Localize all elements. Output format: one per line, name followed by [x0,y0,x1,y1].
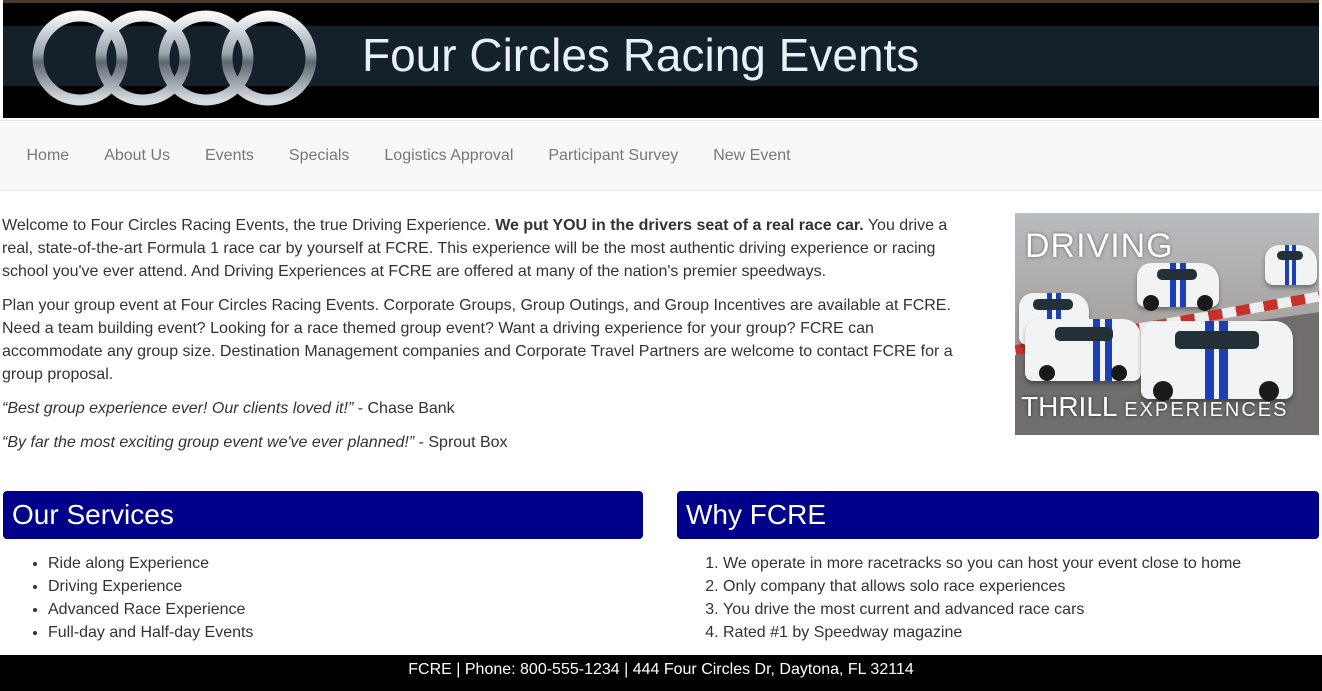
nav-item-new-event[interactable]: New Event [696,121,808,190]
testimonial-1: “Best group experience ever! Our clients… [2,397,977,420]
services-list: Ride along Experience Driving Experience… [8,552,253,644]
site-title: Four Circles Racing Events [362,29,920,81]
nav-list: Home About Us Events Specials Logistics … [0,121,1322,190]
services-list-item: Full-day and Half-day Events [48,621,253,644]
why-fcre-list: We operate in more racetracks so you can… [683,552,1241,644]
driving-thrill-promo-image: DRIVING THRILL EXPERIENCES [1015,213,1319,435]
testimonial-1-quote: “Best group experience ever! Our clients… [2,400,354,417]
services-list-item: Ride along Experience [48,552,253,575]
race-car [1141,321,1293,401]
main-navbar: Home About Us Events Specials Logistics … [0,120,1322,191]
race-car [1265,245,1317,285]
testimonial-1-source: - Chase Bank [353,400,455,417]
welcome-text: Welcome to Four Circles Racing Events, t… [2,217,496,234]
why-fcre-list-item: Rated #1 by Speedway magazine [723,621,1241,644]
testimonial-2-quote: “By far the most exciting group event we… [2,434,415,451]
intro-section: Welcome to Four Circles Racing Events, t… [2,214,977,465]
why-fcre-list-item: Only company that allows solo race exper… [723,575,1241,598]
why-fcre-list-item: You drive the most current and advanced … [723,598,1241,621]
why-fcre-list-item: We operate in more racetracks so you can… [723,552,1241,575]
testimonial-2-source: - Sprout Box [414,434,508,451]
services-list-item: Driving Experience [48,575,253,598]
promo-experiences-word: EXPERIENCES [1124,399,1289,421]
promo-top-word: DRIVING [1025,227,1174,265]
header-banner: Four Circles Racing Events [3,0,1319,118]
nav-item-logistics-approval[interactable]: Logistics Approval [367,121,531,190]
nav-item-about-us[interactable]: About Us [87,121,188,190]
banner-top-edge [3,0,1319,3]
nav-item-home[interactable]: Home [9,121,87,190]
promo-thrill-word: THRILL [1021,391,1117,422]
nav-item-participant-survey[interactable]: Participant Survey [531,121,696,190]
footer-contact: FCRE | Phone: 800-555-1234 | 444 Four Ci… [0,655,1322,691]
race-car [1137,263,1219,311]
intro-paragraph-welcome: Welcome to Four Circles Racing Events, t… [2,214,977,283]
services-list-item: Advanced Race Experience [48,598,253,621]
services-heading: Our Services [3,491,643,539]
welcome-bold-text: We put YOU in the drivers seat of a real… [495,217,864,234]
intro-paragraph-groups: Plan your group event at Four Circles Ra… [2,297,953,383]
race-car [1025,319,1141,381]
why-fcre-heading: Why FCRE [677,491,1319,539]
testimonial-2: “By far the most exciting group event we… [2,431,977,454]
promo-bottom-words: THRILL EXPERIENCES [1021,391,1288,423]
nav-item-specials[interactable]: Specials [271,121,366,190]
nav-item-events[interactable]: Events [188,121,272,190]
four-rings-logo-icon [32,10,317,106]
